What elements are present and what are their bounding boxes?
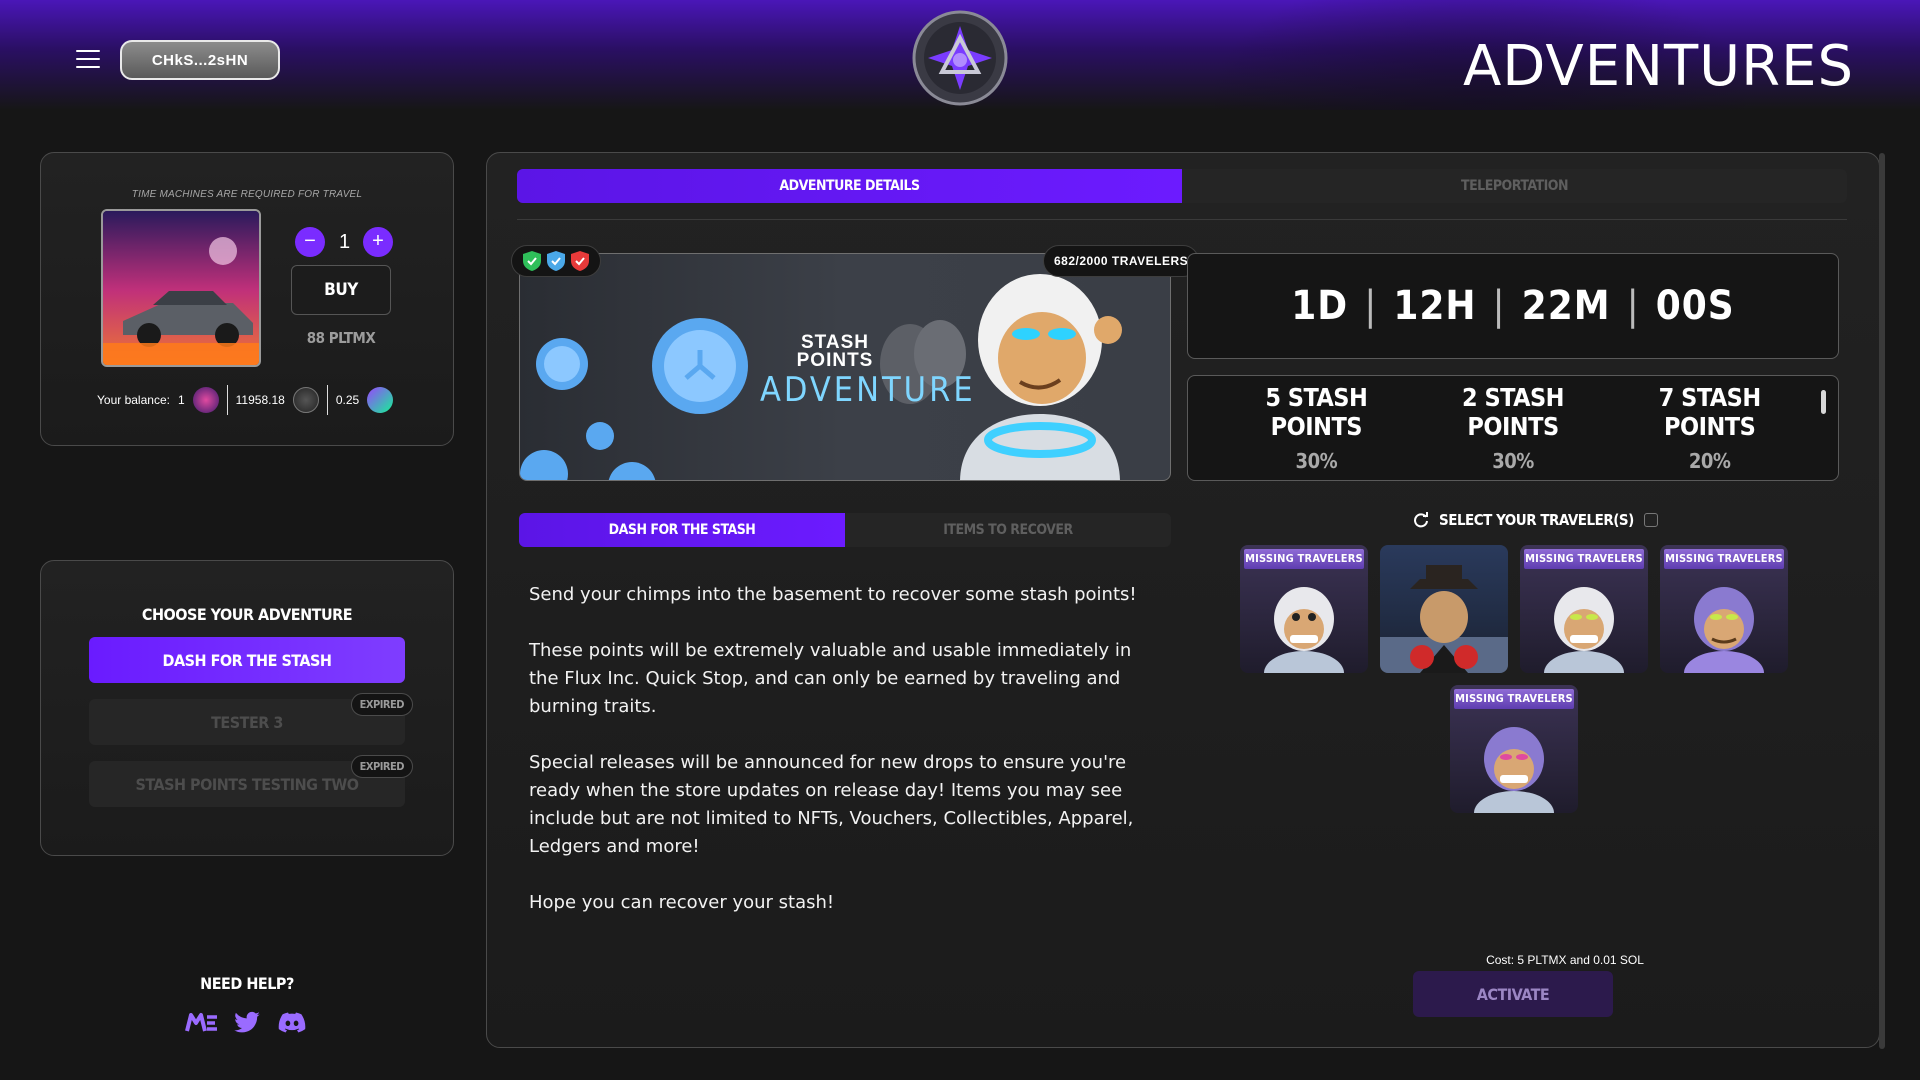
traveler-card[interactable] (1380, 545, 1508, 673)
timer-days: 1D (1291, 283, 1349, 329)
reward-item: 2 STASH POINTS 30% (1415, 383, 1612, 473)
reward-chance: 20% (1688, 449, 1731, 473)
time-machine-price: 88 PLTMX (306, 329, 376, 347)
chimp-art (960, 274, 1122, 480)
time-machine-panel: TIME MACHINES ARE REQUIRED FOR TRAVEL − … (40, 152, 454, 446)
magic-eden-icon[interactable] (185, 1009, 219, 1037)
description-paragraph: Send your chimps into the basement to re… (529, 584, 1137, 605)
travelers-count-badge: 682/2000 TRAVELERS (1043, 245, 1200, 277)
adventure-item-tester-3[interactable]: TESTER 3 EXPIRED (89, 693, 413, 745)
countdown-timer: 1D | 12H | 22M | 00S (1187, 253, 1839, 359)
timer-separator: | (1492, 283, 1506, 329)
decrease-button[interactable]: − (295, 227, 325, 257)
main-tabs: ADVENTURE DETAILS TELEPORTATION (517, 169, 1847, 203)
adventure-details-panel: ADVENTURE DETAILS TELEPORTATION STASH PO… (486, 152, 1885, 1049)
refresh-icon[interactable] (1413, 512, 1429, 528)
missing-travelers-poster: MISSING TRAVELERS (1524, 549, 1644, 569)
timer-minutes: 22M (1521, 283, 1611, 329)
reward-name: 5 STASH POINTS (1265, 383, 1368, 441)
reward-item: 5 STASH POINTS 30% (1218, 383, 1415, 473)
missing-travelers-poster: MISSING TRAVELERS (1664, 549, 1784, 569)
adventure-item-label: DASH FOR THE STASH (162, 650, 332, 670)
help-section: NEED HELP? (40, 974, 454, 1037)
tabs-divider (517, 219, 1847, 220)
banner-line-3: ADVENTURE (760, 370, 976, 410)
adventure-item-label: STASH POINTS TESTING TWO (135, 774, 359, 794)
wallet-button[interactable]: CHkS...2sHN (120, 40, 280, 80)
adventure-description: Send your chimps into the basement to re… (529, 581, 1159, 945)
balance-label: Your balance: (97, 393, 170, 407)
balance-sol: 0.25 (335, 393, 360, 407)
hamburger-menu-icon[interactable] (76, 50, 100, 68)
expired-badge: EXPIRED (350, 755, 413, 778)
balance-divider (326, 385, 328, 415)
activation-cost: Cost: 5 PLTMX and 0.01 SOL (1486, 953, 1644, 967)
adventure-item-label: TESTER 3 (211, 712, 283, 732)
help-title: NEED HELP? (200, 974, 294, 993)
twitter-icon[interactable] (231, 1009, 263, 1037)
traveler-card[interactable]: MISSING TRAVELERS (1240, 545, 1368, 673)
timer-hours: 12H (1393, 283, 1477, 329)
expired-badge: EXPIRED (350, 693, 413, 716)
blue-shield-icon (547, 251, 565, 271)
time-machine-image (101, 209, 261, 367)
traveler-card[interactable]: MISSING TRAVELERS (1450, 685, 1578, 813)
coin-art (520, 318, 748, 480)
discord-icon[interactable] (275, 1009, 309, 1037)
tab-dash-for-the-stash[interactable]: DASH FOR THE STASH (519, 513, 845, 547)
description-paragraph: These points will be extremely valuable … (529, 640, 1132, 717)
choose-adventure-title: CHOOSE YOUR ADVENTURE (141, 605, 353, 624)
reward-item: 7 STASH POINTS 20% (1611, 383, 1808, 473)
increase-button[interactable]: + (363, 227, 393, 257)
balance-divider (226, 385, 228, 415)
time-machine-icon (192, 387, 219, 413)
rewards-box: 5 STASH POINTS 30% 2 STASH POINTS 30% 7 … (1187, 375, 1839, 481)
buy-button[interactable]: BUY (291, 265, 391, 315)
page-title: ADVENTURES (1462, 34, 1854, 99)
reward-chance: 30% (1295, 449, 1338, 473)
banner-line-2: POINTS (796, 350, 874, 371)
select-travelers-text: SELECT YOUR TRAVELER(S) (1439, 511, 1634, 529)
quantity-stepper: − 1 + (295, 227, 393, 257)
flux-logo-icon[interactable] (912, 10, 1008, 106)
time-machine-note: TIME MACHINES ARE REQUIRED FOR TRAVEL (131, 189, 363, 200)
quantity-value: 1 (339, 230, 351, 253)
select-travelers-label: SELECT YOUR TRAVELER(S) (1413, 511, 1658, 529)
traveler-card[interactable]: MISSING TRAVELERS (1660, 545, 1788, 673)
select-all-checkbox[interactable] (1643, 513, 1658, 527)
timer-seconds: 00S (1655, 283, 1735, 329)
missing-travelers-poster: MISSING TRAVELERS (1244, 549, 1364, 569)
tab-teleportation[interactable]: TELEPORTATION (1182, 169, 1847, 203)
rewards-scrollbar[interactable] (1821, 390, 1826, 414)
sol-coin-icon (367, 387, 394, 413)
timer-separator: | (1364, 283, 1378, 329)
balance-row: Your balance: 1 11958.18 0.25 (97, 385, 394, 415)
reward-chance: 30% (1492, 449, 1534, 473)
traveler-card[interactable]: MISSING TRAVELERS (1520, 545, 1648, 673)
adventure-item-dash-for-the-stash[interactable]: DASH FOR THE STASH (89, 637, 405, 683)
balance-pltmx: 11958.18 (235, 393, 285, 407)
reward-name: 2 STASH POINTS (1462, 383, 1565, 441)
main-scrollbar[interactable] (1879, 153, 1885, 1049)
adventure-subtabs: DASH FOR THE STASH ITEMS TO RECOVER (519, 513, 1171, 547)
description-paragraph: Special releases will be announced for n… (529, 752, 1134, 857)
adventure-banner: STASH POINTS ADVENTURE (519, 253, 1171, 481)
adventure-item-stash-points-testing-two[interactable]: STASH POINTS TESTING TWO EXPIRED (89, 755, 413, 807)
red-shield-icon (571, 251, 589, 271)
pltmx-coin-icon (292, 387, 319, 413)
balance-machines-count: 1 (177, 393, 185, 407)
missing-travelers-poster: MISSING TRAVELERS (1454, 689, 1574, 709)
shield-badges (511, 245, 601, 277)
description-paragraph: Hope you can recover your stash! (529, 892, 835, 913)
tab-items-to-recover[interactable]: ITEMS TO RECOVER (845, 513, 1171, 547)
chimp-avatar-icon (1380, 565, 1508, 673)
timer-separator: | (1626, 283, 1640, 329)
reward-name: 7 STASH POINTS (1658, 383, 1762, 441)
activate-button[interactable]: ACTIVATE (1413, 971, 1613, 1017)
banner-text: STASH POINTS ADVENTURE (760, 333, 976, 410)
green-shield-icon (523, 251, 541, 271)
tab-adventure-details[interactable]: ADVENTURE DETAILS (517, 169, 1182, 203)
choose-adventure-panel: CHOOSE YOUR ADVENTURE DASH FOR THE STASH… (40, 560, 454, 856)
header: CHkS...2sHN ADVENTURES (0, 0, 1920, 110)
